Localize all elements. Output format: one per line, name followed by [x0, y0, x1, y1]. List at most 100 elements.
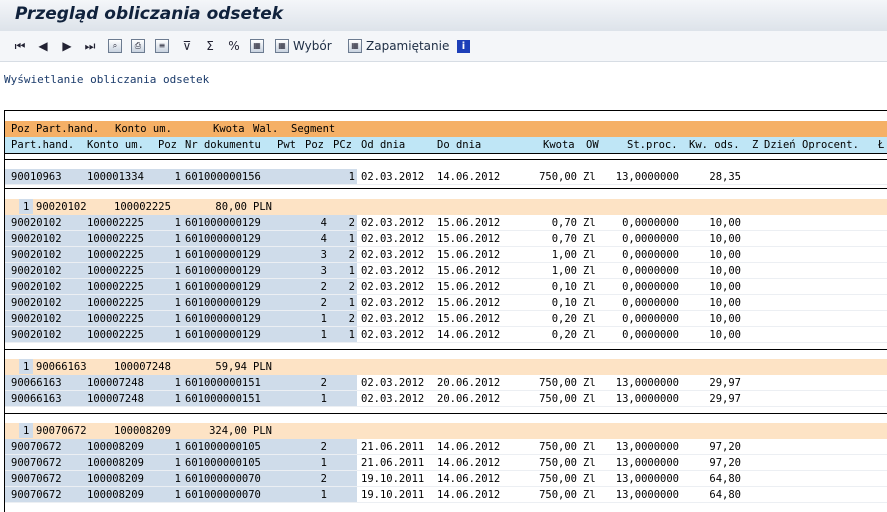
- group-separator: [5, 413, 887, 414]
- table-row[interactable]: 90020102 100002225 1 601000000129 3 1 02.03.20…: [5, 263, 887, 279]
- col-header-z[interactable]: Z: [752, 137, 758, 153]
- table-row[interactable]: 90070672 100008209 1 601000000105 2 21.06.201…: [5, 439, 887, 455]
- col-header-partner[interactable]: Part.hand.: [11, 137, 74, 153]
- col-header-kw-ods[interactable]: Kw. ods.: [689, 137, 740, 153]
- table-row[interactable]: 90020102 100002225 1 601000000129 2 1 02.03.20…: [5, 295, 887, 311]
- group-poz: 1: [23, 201, 30, 213]
- col-header-segment[interactable]: Segment: [291, 121, 335, 137]
- col-header-kwota[interactable]: Kwota: [213, 121, 245, 137]
- first-page-button[interactable]: ⏮: [12, 37, 28, 55]
- cell-poz2: 1: [348, 265, 355, 277]
- table-row[interactable]: 90066163 100007248 1 601000000151 2 02.03.201…: [5, 375, 887, 391]
- col-header-last[interactable]: Ł: [878, 137, 884, 153]
- group-partner: 90066163: [36, 361, 87, 373]
- print-button[interactable]: ⎙: [131, 37, 147, 55]
- next-page-button[interactable]: ▶: [59, 37, 75, 55]
- cell-poz: 1: [174, 281, 181, 293]
- cell-od: 19.10.2011: [361, 489, 425, 501]
- previous-page-button[interactable]: ◀: [35, 37, 51, 55]
- cell-konto: 100007248: [87, 377, 144, 389]
- cell-konto: 100007248: [87, 393, 144, 405]
- group-subtotal-row[interactable]: 1 90070672 100008209 324,00 PLN: [5, 423, 887, 439]
- col-header-poz2[interactable]: Poz: [305, 137, 324, 153]
- cell-do: 20.06.2012: [437, 393, 501, 405]
- cell-konto: 100008209: [87, 441, 144, 453]
- table-row[interactable]: 90020102 100002225 1 601000000129 1 2 02.03.20…: [5, 311, 887, 327]
- col-header-nr-dokumentu[interactable]: Nr dokumentu: [185, 137, 261, 153]
- save-layout-button[interactable]: ▦ Zapamiętanie: [348, 37, 449, 55]
- last-page-button[interactable]: ⏭: [82, 37, 98, 55]
- group-subtotal-row[interactable]: 1 90020102 100002225 80,00 PLN: [5, 199, 887, 215]
- table-row[interactable]: 90066163 100007248 1 601000000151 1 02.03.201…: [5, 391, 887, 407]
- cell-do: 14.06.2012: [437, 171, 501, 183]
- subtotal-button[interactable]: %: [226, 37, 242, 55]
- group-header-row: Poz Part.hand. Konto um. Kwota Wal. Segm…: [5, 121, 887, 137]
- col-header-st-proc[interactable]: St.proc.: [627, 137, 678, 153]
- table-row[interactable]: 90070672 100008209 1 601000000070 2 19.10.201…: [5, 471, 887, 487]
- cell-ow: Zl: [583, 233, 596, 245]
- cell-nr: 601000000070: [185, 489, 261, 501]
- table-row[interactable]: 90020102 100002225 1 601000000129 2 2 02.03.20…: [5, 279, 887, 295]
- item-header-row: Part.hand. Konto um. Poz Nr dokumentu Pw…: [5, 137, 887, 153]
- cell-od: 19.10.2011: [361, 473, 425, 485]
- table-row[interactable]: 90070672 100008209 1 601000000105 1 21.06.201…: [5, 455, 887, 471]
- cell-stproc: 0,0000000: [622, 281, 679, 293]
- cell-poz: 1: [174, 489, 181, 501]
- cell-nr: 601000000151: [185, 393, 261, 405]
- col-header-kwota[interactable]: Kwota: [543, 137, 575, 153]
- cell-kwota: 750,00: [539, 171, 577, 183]
- col-header-ow[interactable]: OW: [586, 137, 599, 153]
- cell-stproc: 0,0000000: [622, 217, 679, 229]
- table-row[interactable]: 90020102 100002225 1 601000000129 4 1 02.03.20…: [5, 231, 887, 247]
- col-header-do-dnia[interactable]: Do dnia: [437, 137, 481, 153]
- cell-stproc: 13,0000000: [615, 377, 679, 389]
- col-header-konto[interactable]: Konto um.: [115, 121, 172, 137]
- table-row[interactable]: 90070672 100008209 1 601000000070 1 19.10.201…: [5, 487, 887, 503]
- col-header-waluta[interactable]: Wal.: [253, 121, 278, 137]
- table-row[interactable]: 90020102 100002225 1 601000000129 1 1 02.03.20…: [5, 327, 887, 343]
- select-layout-button[interactable]: ▦ Wybór: [275, 37, 332, 55]
- group-subtotal-row[interactable]: 1 90066163 100007248 59,94 PLN: [5, 359, 887, 375]
- filter-button[interactable]: ⊽: [179, 37, 195, 55]
- col-header-konto[interactable]: Konto um.: [87, 137, 144, 153]
- col-header-partner[interactable]: Part.hand.: [36, 121, 99, 137]
- information-button[interactable]: i: [457, 37, 470, 55]
- cell-poz2: 2: [348, 313, 355, 325]
- select-layout-label: Wybór: [293, 39, 332, 53]
- info-icon: i: [457, 39, 470, 53]
- cell-kwota: 0,20: [551, 313, 577, 325]
- cell-ow: Zl: [583, 457, 596, 469]
- cell-ow: Zl: [583, 329, 596, 341]
- sort-button[interactable]: ≡: [155, 37, 171, 55]
- col-header-dzien[interactable]: Dzień: [764, 137, 796, 153]
- cell-konto: 100002225: [87, 329, 144, 341]
- table-row[interactable]: 90020102 100002225 1 601000000129 4 2 02.03.20…: [5, 215, 887, 231]
- cell-kwods: 10,00: [709, 217, 741, 229]
- cell-stproc: 0,0000000: [622, 297, 679, 309]
- col-header-poz[interactable]: Poz: [11, 121, 30, 137]
- cell-poz2: 2: [348, 281, 355, 293]
- cell-kwods: 97,20: [709, 457, 741, 469]
- details-button[interactable]: ⌕: [108, 37, 124, 55]
- cell-od: 02.03.2012: [361, 297, 425, 309]
- table-row[interactable]: 90020102 100002225 1 601000000129 3 2 02.03.20…: [5, 247, 887, 263]
- col-header-pwt[interactable]: Pwt: [277, 137, 296, 153]
- col-header-oprocent[interactable]: Oprocent.: [802, 137, 859, 153]
- table-row[interactable]: 90010963 100001334 1 601000000156 1 02.03.201…: [5, 169, 887, 185]
- cell-partner: 90020102: [11, 233, 62, 245]
- cell-do: 20.06.2012: [437, 377, 501, 389]
- change-layout-button[interactable]: ▦: [250, 37, 266, 55]
- cell-do: 15.06.2012: [437, 265, 501, 277]
- cell-konto: 100002225: [87, 313, 144, 325]
- subtotal-icon: %: [228, 39, 240, 53]
- col-header-pcz[interactable]: PCz: [333, 137, 352, 153]
- cell-poz2: [325, 455, 355, 471]
- save-layout-label: Zapamiętanie: [366, 39, 450, 53]
- cell-partner: 90020102: [11, 265, 62, 277]
- group-partner: 90020102: [36, 201, 87, 213]
- col-header-od-dnia[interactable]: Od dnia: [361, 137, 405, 153]
- cell-poz2: 2: [348, 249, 355, 261]
- col-header-poz[interactable]: Poz: [158, 137, 177, 153]
- total-button[interactable]: Σ: [202, 37, 218, 55]
- cell-od: 02.03.2012: [361, 249, 425, 261]
